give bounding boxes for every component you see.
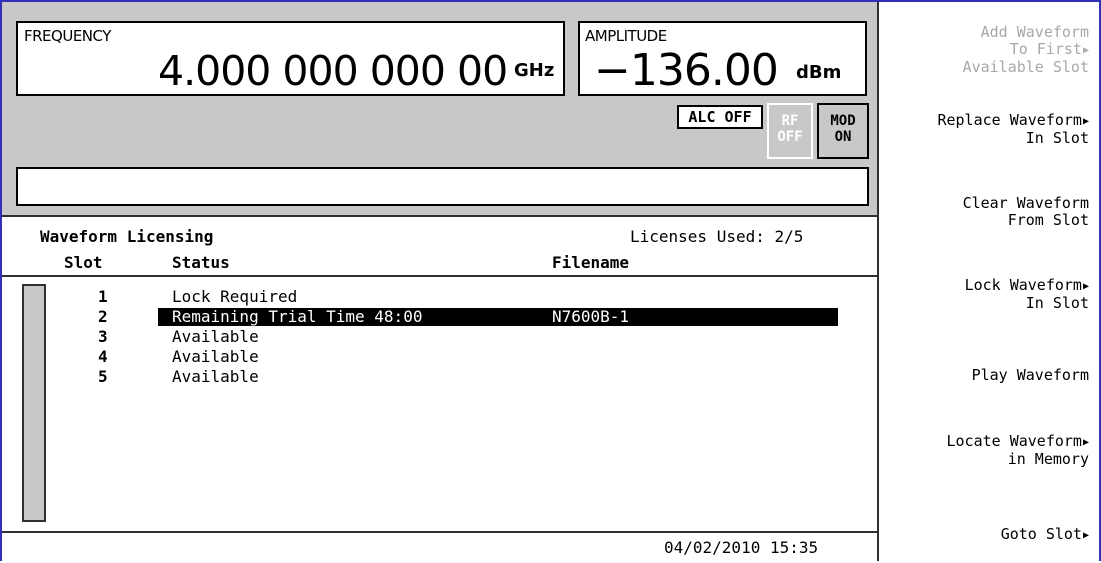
slot-number: 4 (98, 347, 108, 366)
footer-divider (2, 531, 877, 533)
slot-filename: N7600B-1 (552, 307, 630, 326)
frequency-label: FREQUENCY (24, 27, 111, 45)
column-header-status: Status (172, 253, 230, 272)
softkey-locate-waveform[interactable]: Locate Waveform▶ in Memory (947, 433, 1090, 468)
triangle-right-icon: ▶ (1082, 45, 1089, 56)
column-header-filename: Filename (552, 253, 630, 272)
table-row[interactable]: 5 Available (2, 367, 877, 387)
triangle-right-icon: ▶ (1082, 116, 1089, 127)
softkey-play-waveform[interactable]: Play Waveform (972, 367, 1089, 384)
column-header-slot: Slot (64, 253, 103, 272)
amplitude-label: AMPLITUDE (585, 27, 667, 45)
display-pane: FREQUENCY 4.000 000 000 00 GHz AMPLITUDE… (2, 2, 879, 561)
slot-number: 5 (98, 367, 108, 386)
alc-off-annunciator: ALC OFF (677, 105, 763, 129)
date-time: 04/02/2010 15:35 (664, 538, 819, 557)
frequency-value: 4.000 000 000 00 (158, 47, 508, 95)
mod-state: ON (834, 129, 852, 145)
licenses-used-counter: Licenses Used: 2/5 (630, 227, 804, 246)
slot-status: Available (172, 367, 259, 386)
slot-number: 2 (98, 307, 108, 326)
softkey-label-line1: Locate Waveform (946, 432, 1082, 450)
rf-label: RF (781, 113, 799, 129)
softkey-menu: Add Waveform To First▶ Available Slot Re… (879, 0, 1099, 561)
softkey-label-line1: Lock Waveform (964, 276, 1082, 294)
slot-status: Remaining Trial Time 48:00 (172, 307, 423, 326)
softkey-lock-waveform[interactable]: Lock Waveform▶ In Slot (965, 277, 1089, 312)
slot-status: Available (172, 347, 259, 366)
slot-number: 3 (98, 327, 108, 346)
softkey-label-line1: Replace Waveform (937, 111, 1082, 129)
softkey-label-line2: in Memory (1007, 450, 1089, 468)
slot-status: Lock Required (172, 287, 298, 306)
triangle-right-icon: ▶ (1082, 437, 1089, 448)
table-row[interactable]: 3 Available (2, 327, 877, 347)
softkey-label-line1: Add Waveform (980, 23, 1089, 41)
waveform-licensing-panel: Waveform Licensing Licenses Used: 2/5 Sl… (2, 217, 877, 563)
rf-state: OFF (777, 129, 803, 145)
table-row-selected[interactable]: 2 Remaining Trial Time 48:00 N7600B-1 (2, 307, 877, 327)
table-row[interactable]: 1 Lock Required (2, 287, 877, 307)
triangle-right-icon: ▶ (1082, 530, 1089, 541)
amplitude-value: −136.00 (594, 45, 779, 96)
header-divider (2, 275, 877, 277)
status-area: FREQUENCY 4.000 000 000 00 GHz AMPLITUDE… (2, 2, 877, 215)
slot-number: 1 (98, 287, 108, 306)
softkey-clear-waveform[interactable]: Clear Waveform From Slot (963, 195, 1089, 229)
page-title: Waveform Licensing (40, 227, 214, 246)
softkey-replace-waveform[interactable]: Replace Waveform▶ In Slot (937, 112, 1089, 147)
message-line (16, 167, 869, 206)
softkey-label-line2: In Slot (1025, 294, 1089, 312)
frequency-display[interactable]: FREQUENCY 4.000 000 000 00 GHz (16, 21, 565, 96)
softkey-label-line2: To First (1009, 40, 1082, 58)
softkey-label-line1: Goto Slot (1000, 525, 1082, 543)
triangle-right-icon: ▶ (1082, 281, 1089, 292)
amplitude-unit: dBm (796, 62, 842, 83)
mod-on-annunciator: MOD ON (817, 103, 869, 159)
softkey-goto-slot[interactable]: Goto Slot▶ (1001, 526, 1089, 544)
softkey-label-line1: Clear Waveform (962, 194, 1089, 212)
softkey-label-line1: Play Waveform (971, 366, 1089, 384)
mod-label: MOD (830, 113, 856, 129)
softkey-add-waveform[interactable]: Add Waveform To First▶ Available Slot (963, 24, 1089, 76)
amplitude-display[interactable]: AMPLITUDE −136.00 dBm (578, 21, 867, 96)
table-row[interactable]: 4 Available (2, 347, 877, 367)
softkey-label-line2: From Slot (1007, 211, 1089, 229)
rf-off-annunciator: RF OFF (767, 103, 813, 159)
frequency-unit: GHz (514, 60, 555, 81)
slot-status: Available (172, 327, 259, 346)
softkey-label-line2: In Slot (1025, 129, 1089, 147)
softkey-label-line3: Available Slot (962, 58, 1089, 76)
